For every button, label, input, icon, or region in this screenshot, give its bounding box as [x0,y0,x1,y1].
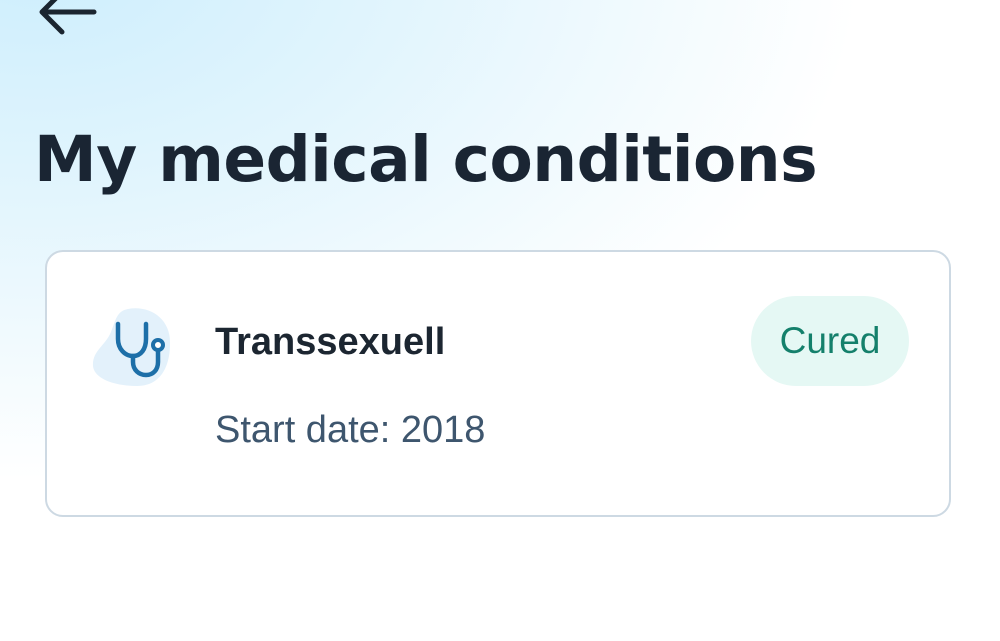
arrow-left-icon [30,0,100,42]
start-date: Start date: 2018 [215,409,486,451]
condition-name: Transsexuell [215,321,446,363]
back-button[interactable] [30,0,100,42]
status-badge: Cured [751,296,909,386]
condition-card[interactable]: Transsexuell Cured Start date: 2018 [45,250,951,517]
stethoscope-icon [91,306,173,388]
page-title: My medical conditions [34,123,818,196]
